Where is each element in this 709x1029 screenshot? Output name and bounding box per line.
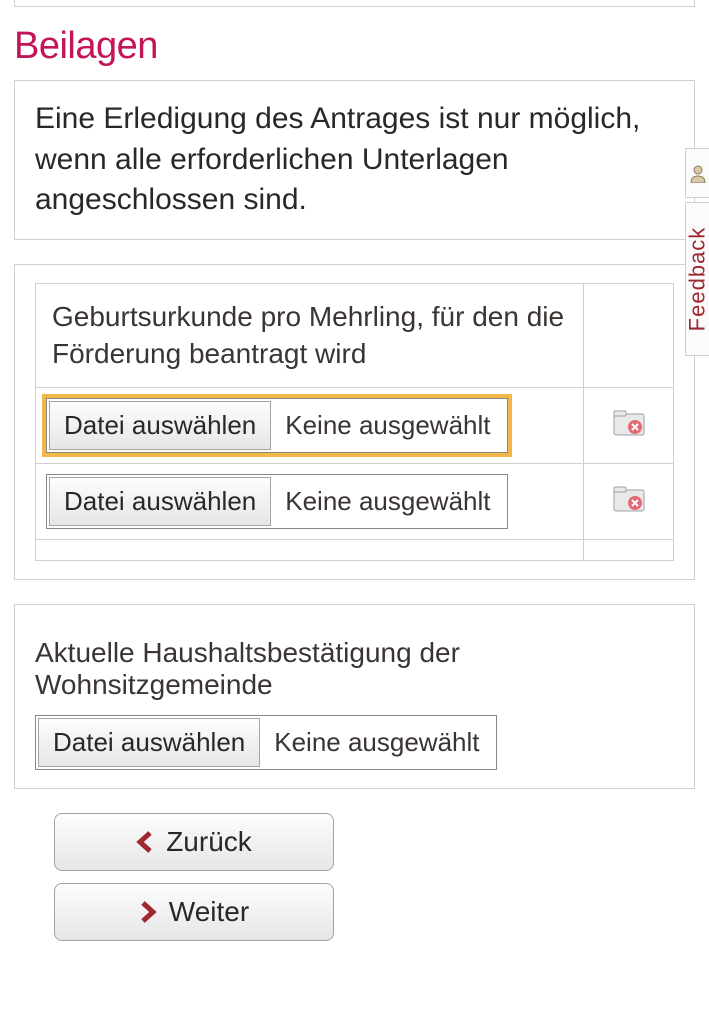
delete-icon[interactable] xyxy=(613,410,645,441)
info-panel: Eine Erledigung des Antrages ist nur mög… xyxy=(14,80,695,240)
choose-file-button[interactable]: Datei auswählen xyxy=(38,718,260,767)
arrow-left-icon xyxy=(136,831,154,853)
next-button-label: Weiter xyxy=(169,896,249,928)
delete-icon[interactable] xyxy=(613,486,645,517)
choose-file-button[interactable]: Datei auswählen xyxy=(49,401,271,450)
nav-buttons: Zurück Weiter xyxy=(14,813,695,941)
side-tab-user[interactable] xyxy=(685,148,709,198)
section-title: Beilagen xyxy=(14,25,695,68)
file-input-frame[interactable]: Datei auswählen Keine ausgewählt xyxy=(35,715,497,770)
file-input-frame[interactable]: Datei auswählen Keine ausgewählt xyxy=(46,474,508,529)
next-button[interactable]: Weiter xyxy=(54,883,334,941)
upload-panel-2-header: Aktuelle Haushaltsbestätigung der Wohnsi… xyxy=(35,637,674,701)
info-text: Eine Erledigung des Antrages ist nur mög… xyxy=(35,99,674,221)
table-row: Datei auswählen Keine ausgewählt xyxy=(36,464,674,540)
choose-file-button[interactable]: Datei auswählen xyxy=(49,477,271,526)
file-status: Keine ausgewählt xyxy=(260,727,493,758)
user-icon xyxy=(688,163,708,183)
upload-table-1: Geburtsurkunde pro Mehrling, für den die… xyxy=(35,283,674,562)
file-status: Keine ausgewählt xyxy=(271,410,504,441)
file-status: Keine ausgewählt xyxy=(271,486,504,517)
side-tab-feedback[interactable]: Feedback xyxy=(685,202,709,356)
previous-section-edge xyxy=(14,0,695,7)
table-footer-row xyxy=(36,540,674,561)
feedback-label: Feedback xyxy=(685,227,709,332)
upload-table-1-header: Geburtsurkunde pro Mehrling, für den die… xyxy=(36,283,584,388)
table-row: Datei auswählen Keine ausgewählt xyxy=(36,388,674,464)
back-button[interactable]: Zurück xyxy=(54,813,334,871)
back-button-label: Zurück xyxy=(166,826,252,858)
upload-table-1-header-action xyxy=(584,283,674,388)
upload-panel-1: Geburtsurkunde pro Mehrling, für den die… xyxy=(14,264,695,581)
upload-panel-2: Aktuelle Haushaltsbestätigung der Wohnsi… xyxy=(14,604,695,789)
file-input-frame[interactable]: Datei auswählen Keine ausgewählt xyxy=(46,398,508,453)
arrow-right-icon xyxy=(139,901,157,923)
